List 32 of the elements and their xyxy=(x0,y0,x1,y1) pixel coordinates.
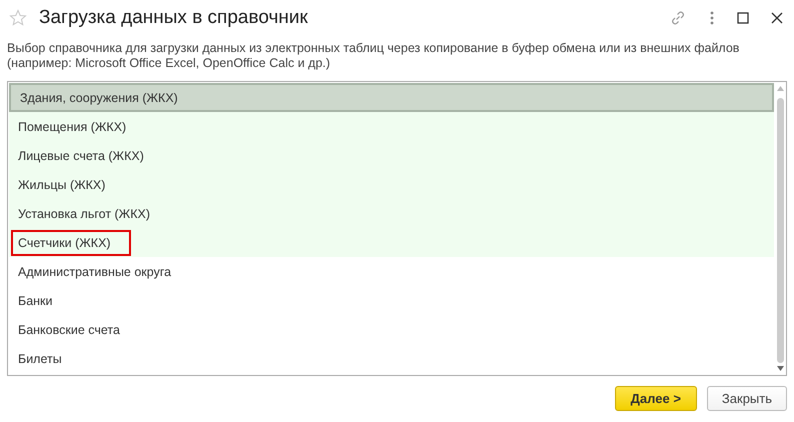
list-item-label: Жильцы (ЖКХ) xyxy=(17,176,106,194)
list-item-label: Банки xyxy=(17,292,54,310)
list-item-label: Счетчики (ЖКХ) xyxy=(11,230,131,256)
scroll-down-icon[interactable] xyxy=(776,366,784,371)
scroll-thumb[interactable] xyxy=(776,98,784,363)
list-item-label: Билеты xyxy=(17,350,63,368)
list-item-label: Здания, сооружения (ЖКХ) xyxy=(19,90,179,107)
description-text: Выбор справочника для загрузки данных из электронных таблиц через копирование в буфер обмена или из внешних файлов (например: Microsoft Office Excel, OpenOffice Calc и др.) xyxy=(7,41,740,71)
scroll-up-icon[interactable] xyxy=(776,86,784,91)
list-item[interactable]: Здания, сооружения (ЖКХ) xyxy=(9,83,774,112)
link-icon[interactable] xyxy=(669,9,687,27)
list-item-label: Установка льгот (ЖКХ) xyxy=(17,206,152,223)
list-item[interactable]: Билеты xyxy=(9,344,774,373)
list-item-label: Банковские счета xyxy=(17,322,121,338)
close-button[interactable]: Закрыть xyxy=(706,386,787,411)
list-item[interactable]: Банки xyxy=(9,286,774,315)
list-item[interactable]: Административные округа xyxy=(9,257,774,286)
star-icon[interactable] xyxy=(9,9,27,27)
window-title: Загрузка данных в справочник xyxy=(39,7,308,29)
close-icon[interactable] xyxy=(771,12,783,24)
more-icon[interactable] xyxy=(709,10,715,26)
list-item[interactable]: Установка льгот (ЖКХ) xyxy=(9,199,774,228)
list-item-label: Лицевые счета (ЖКХ) xyxy=(17,148,145,165)
list-item-label: Помещения (ЖКХ) xyxy=(17,118,128,136)
list-item[interactable]: Жильцы (ЖКХ) xyxy=(9,170,774,199)
list-item[interactable]: Лицевые счета (ЖКХ) xyxy=(9,141,774,170)
list-item-label: Административные округа xyxy=(17,264,172,281)
list-item[interactable]: Счетчики (ЖКХ) xyxy=(9,228,774,257)
list-item[interactable]: Помещения (ЖКХ) xyxy=(9,112,774,141)
list-item[interactable]: Банковские счета xyxy=(9,315,774,344)
maximize-icon[interactable] xyxy=(737,12,749,24)
next-button[interactable]: Далее > xyxy=(614,386,697,411)
